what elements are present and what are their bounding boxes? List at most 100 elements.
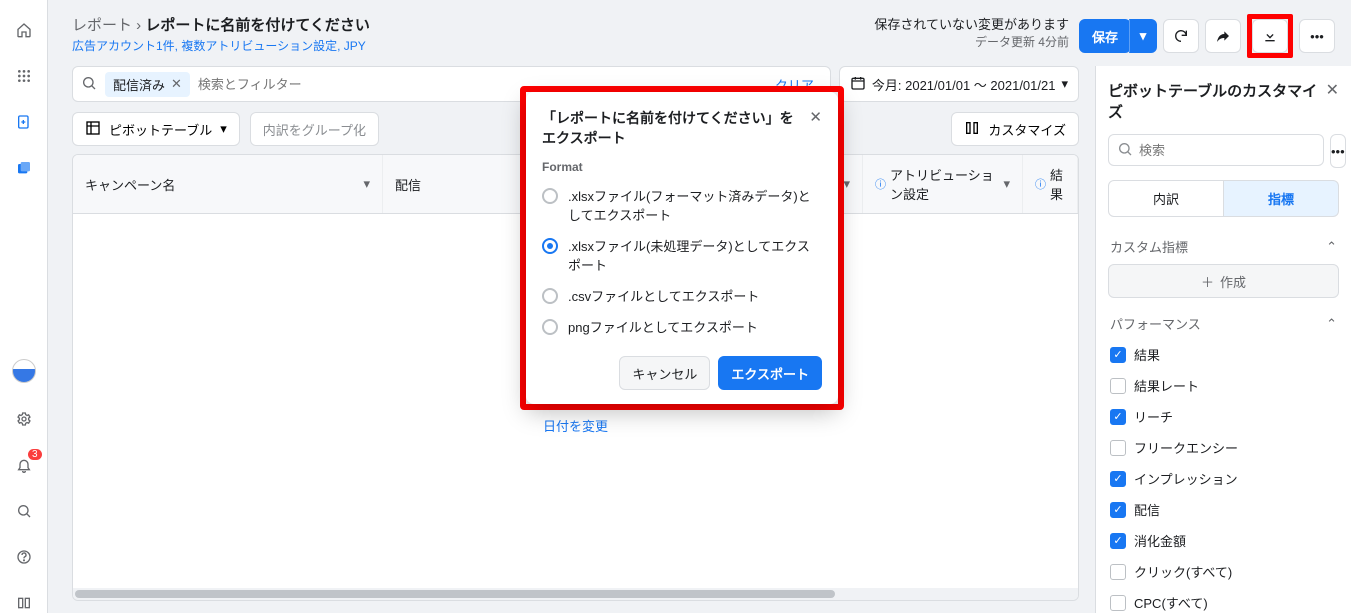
chevron-up-icon: ⌃ <box>1326 239 1337 255</box>
apps-icon[interactable] <box>14 66 34 86</box>
format-option-label: .xlsxファイル(フォーマット済みデータ)としてエクスポート <box>568 186 822 224</box>
radio[interactable] <box>542 188 558 204</box>
section-custom-metrics[interactable]: カスタム指標⌃ <box>1108 229 1339 264</box>
col-campaign[interactable]: キャンペーン名▾ <box>73 155 383 213</box>
checkbox[interactable] <box>1110 502 1126 518</box>
metric-item[interactable]: CPC(すべて) <box>1108 589 1339 613</box>
calendar-icon <box>850 75 866 94</box>
info-icon[interactable]: ⓘ <box>875 176 886 192</box>
refresh-button[interactable] <box>1163 19 1199 53</box>
format-option[interactable]: pngファイルとしてエクスポート <box>542 311 822 342</box>
metric-item[interactable]: 配信 <box>1108 496 1339 523</box>
pivot-icon <box>85 120 101 139</box>
breadcrumb-current: レポートに名前を付けてください <box>145 17 370 34</box>
create-metric-button[interactable]: ＋作成 <box>1108 264 1339 298</box>
panel-title: ピボットテーブルのカスタマイズ <box>1108 80 1339 122</box>
metrics-search-input[interactable] <box>1139 143 1315 158</box>
download-button[interactable] <box>1252 19 1288 53</box>
format-option[interactable]: .xlsxファイル(フォーマット済みデータ)としてエクスポート <box>542 180 822 230</box>
checkbox[interactable] <box>1110 409 1126 425</box>
checkbox[interactable] <box>1110 378 1126 394</box>
metric-item[interactable]: インプレッション <box>1108 465 1339 492</box>
save-menu-button[interactable]: ▾ <box>1129 19 1157 53</box>
account-avatar-icon[interactable] <box>12 359 36 383</box>
section-performance[interactable]: パフォーマンス⌃ <box>1108 306 1339 341</box>
format-option[interactable]: .xlsxファイル(未処理データ)としてエクスポート <box>542 230 822 280</box>
change-date-link[interactable]: 日付を変更 <box>543 416 608 435</box>
col-result[interactable]: ⓘ結果 <box>1023 155 1078 213</box>
export-button[interactable]: エクスポート <box>718 356 822 390</box>
more-button[interactable]: ••• <box>1299 19 1335 53</box>
metric-item[interactable]: リーチ <box>1108 403 1339 430</box>
breadcrumb-root[interactable]: レポート <box>72 17 132 34</box>
format-label: Format <box>542 160 822 174</box>
customize-panel: ピボットテーブルのカスタマイズ ✕ ••• 内訳 指標 カスタム指標⌃ ＋作成 … <box>1095 66 1351 613</box>
download-highlight <box>1247 14 1293 58</box>
checkbox[interactable] <box>1110 533 1126 549</box>
metric-label: クリック(すべて) <box>1134 562 1232 581</box>
date-range-picker[interactable]: 今月: 2021/01/01 ～ 2021/01/21 ▾ <box>839 66 1079 102</box>
metric-item[interactable]: 結果 <box>1108 341 1339 368</box>
checkbox[interactable] <box>1110 564 1126 580</box>
checkbox[interactable] <box>1110 471 1126 487</box>
share-button[interactable] <box>1205 19 1241 53</box>
metric-label: フリークエンシー <box>1134 438 1238 457</box>
checkbox[interactable] <box>1110 440 1126 456</box>
search-rail-icon[interactable] <box>14 501 34 521</box>
add-report-icon[interactable] <box>14 112 34 132</box>
search-icon <box>81 75 97 94</box>
chevron-up-icon: ⌃ <box>1326 316 1337 332</box>
notifications-icon[interactable]: 3 <box>14 455 34 475</box>
account-subinfo[interactable]: 広告アカウント1件, 複数アトリビューション設定, JPY <box>72 37 874 54</box>
settings-icon[interactable] <box>14 409 34 429</box>
col-sort-icon[interactable]: ▾ <box>843 176 850 192</box>
reports-icon[interactable] <box>14 158 34 178</box>
checkbox[interactable] <box>1110 347 1126 363</box>
collapse-icon[interactable] <box>14 593 34 613</box>
panel-more-button[interactable]: ••• <box>1330 134 1346 168</box>
metric-label: 配信 <box>1134 500 1160 519</box>
format-option-label: .csvファイルとしてエクスポート <box>568 286 759 305</box>
metrics-search[interactable] <box>1108 134 1324 166</box>
close-panel-icon[interactable]: ✕ <box>1326 80 1339 100</box>
help-icon[interactable] <box>14 547 34 567</box>
tab-breakdown[interactable]: 内訳 <box>1108 180 1224 217</box>
col-sort-icon[interactable]: ▾ <box>363 176 370 192</box>
breadcrumb: レポート › レポートに名前を付けてください <box>72 14 874 35</box>
chip-remove-icon[interactable]: ✕ <box>171 76 182 92</box>
home-icon[interactable] <box>14 20 34 40</box>
format-option[interactable]: .csvファイルとしてエクスポート <box>542 280 822 311</box>
tab-metrics[interactable]: 指標 <box>1224 180 1339 217</box>
metric-item[interactable]: 結果レート <box>1108 372 1339 399</box>
group-breakdown-button[interactable]: 内訳をグループ化 <box>250 112 379 146</box>
filter-chip[interactable]: 配信済み✕ <box>105 72 190 97</box>
format-options: .xlsxファイル(フォーマット済みデータ)としてエクスポート .xlsxファイル… <box>542 180 822 342</box>
col-sort-icon[interactable]: ▾ <box>1003 176 1010 192</box>
metric-item[interactable]: フリークエンシー <box>1108 434 1339 461</box>
chevron-down-icon: ▾ <box>1061 76 1068 92</box>
radio[interactable] <box>542 238 558 254</box>
customize-button[interactable]: カスタマイズ <box>951 112 1079 146</box>
modal-title: 「レポートに名前を付けてください」をエクスポート <box>542 108 801 148</box>
radio[interactable] <box>542 288 558 304</box>
col-attribution[interactable]: ⓘアトリビューション設定▾ <box>863 155 1023 213</box>
cancel-button[interactable]: キャンセル <box>619 356 710 390</box>
metric-item[interactable]: 消化金額 <box>1108 527 1339 554</box>
info-icon[interactable]: ⓘ <box>1035 176 1046 192</box>
format-option-label: pngファイルとしてエクスポート <box>568 317 758 336</box>
pivot-table-button[interactable]: ピボットテーブル ▾ <box>72 112 240 146</box>
horizontal-scrollbar[interactable] <box>73 588 1078 600</box>
save-button[interactable]: 保存 <box>1079 19 1131 53</box>
radio[interactable] <box>542 319 558 335</box>
export-modal: 「レポートに名前を付けてください」をエクスポート ✕ Format .xlsxフ… <box>526 92 838 404</box>
modal-close-icon[interactable]: ✕ <box>809 108 822 126</box>
export-modal-highlight: 「レポートに名前を付けてください」をエクスポート ✕ Format .xlsxフ… <box>520 86 844 410</box>
search-icon <box>1117 141 1133 160</box>
metric-item[interactable]: クリック(すべて) <box>1108 558 1339 585</box>
columns-icon <box>964 120 980 139</box>
checkbox[interactable] <box>1110 595 1126 611</box>
metric-label: CPC(すべて) <box>1134 593 1208 612</box>
top-bar: レポート › レポートに名前を付けてください 広告アカウント1件, 複数アトリビ… <box>48 0 1351 66</box>
notification-badge: 3 <box>28 449 42 460</box>
metric-list: 結果結果レートリーチフリークエンシーインプレッション配信消化金額クリック(すべて… <box>1108 341 1339 613</box>
